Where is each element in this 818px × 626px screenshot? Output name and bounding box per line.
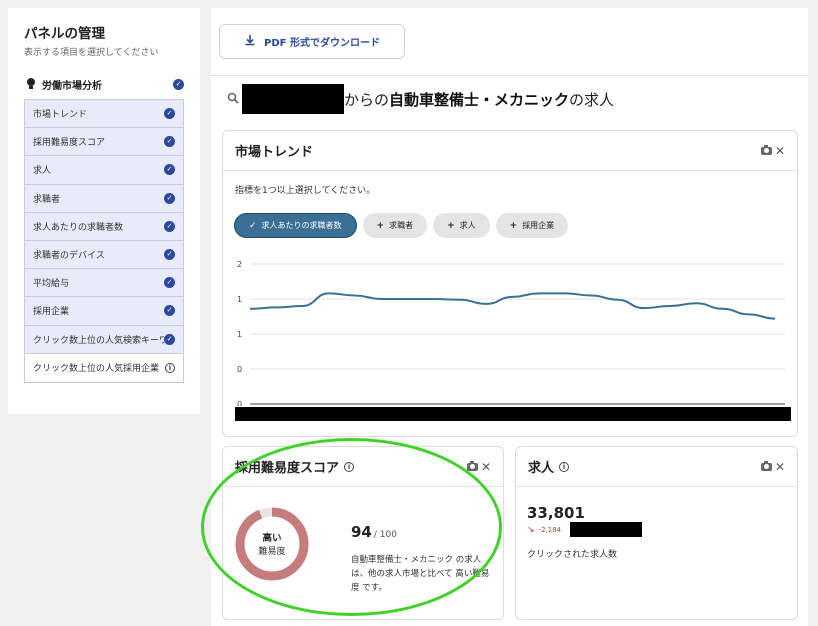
redacted-period: [570, 522, 642, 537]
y-tick-label: 2: [237, 260, 242, 269]
card-header: 求人 i ✕: [516, 447, 797, 487]
plus-icon: +: [509, 220, 518, 231]
close-icon[interactable]: ✕: [775, 145, 785, 157]
chip-companies[interactable]: + 採用企業: [495, 213, 569, 238]
pdf-download-button[interactable]: PDF 形式でダウンロード: [219, 24, 405, 59]
jobs-card: 求人 i ✕ 33,801 ↘ -2,184 クリックされた求人数: [515, 446, 798, 620]
camera-icon[interactable]: [466, 460, 478, 471]
trend-down-icon: ↘: [527, 525, 535, 535]
plus-icon: +: [376, 220, 385, 231]
delta-value: -2,184: [538, 526, 562, 534]
panel-item-seekers-per-job[interactable]: 求人あたりの求職者数 ✓: [25, 212, 183, 241]
check-icon[interactable]: ✓: [164, 108, 175, 120]
close-icon[interactable]: ✕: [481, 461, 491, 473]
jobs-count: 33,801: [527, 504, 585, 522]
redacted-location: [242, 84, 344, 114]
series-line: [249, 292, 776, 320]
metric-chips: ✓ 求人あたりの求職者数 + 求職者 + 求人 + 採用企業: [234, 213, 574, 238]
panel-item-label: クリック数上位の人気検索キーワード: [33, 335, 164, 346]
panel-item-label: 市場トレンド: [33, 110, 88, 121]
chip-label: 求人あたりの求職者数: [261, 221, 342, 230]
panel-item-list: 市場トレンド ✓ 採用難易度スコア ✓ 求人 ✓ 求職者 ✓ 求人あたりの求職者…: [24, 99, 184, 383]
info-icon[interactable]: i: [165, 362, 175, 373]
card-tools: ✕: [760, 460, 785, 473]
redacted-x-axis: [235, 407, 791, 421]
chip-label: 求職者: [389, 221, 414, 230]
panel-item-difficulty-score[interactable]: 採用難易度スコア ✓: [25, 128, 183, 157]
info-icon[interactable]: i: [559, 461, 570, 472]
close-icon[interactable]: ✕: [775, 461, 785, 473]
check-icon[interactable]: ✓: [164, 249, 175, 261]
download-icon: [244, 34, 256, 49]
jobs-delta: ↘ -2,184: [527, 525, 561, 535]
title-suffix: の求人: [569, 90, 615, 109]
panel-item-hiring-companies[interactable]: 採用企業 ✓: [25, 297, 183, 326]
panel-item-label: 採用企業: [33, 307, 70, 318]
card-tools: ✕: [466, 460, 491, 473]
panel-item-label: 採用難易度スコア: [33, 138, 106, 149]
panel-item-label: 求人: [33, 166, 52, 177]
card-title: 市場トレンド: [235, 145, 314, 160]
chip-job-seekers[interactable]: + 求職者: [362, 213, 428, 238]
market-trend-card: 市場トレンド ✕ 指標を1つ以上選択してください。 ✓ 求人あたりの求職者数 +…: [222, 130, 798, 437]
section-labor-market[interactable]: 労働市場分析 ✓: [24, 76, 184, 92]
y-tick-label: 0: [237, 365, 242, 374]
metric-hint: 指標を1つ以上選択してください。: [235, 186, 376, 196]
panel-item-job-seekers[interactable]: 求職者 ✓: [25, 184, 183, 213]
check-icon[interactable]: ✓: [164, 333, 175, 345]
check-icon[interactable]: ✓: [164, 164, 175, 176]
check-icon: ✓: [249, 220, 257, 231]
card-title: 求人: [528, 461, 555, 476]
card-tools: ✕: [760, 144, 785, 157]
panel-item-label: 求人あたりの求職者数: [33, 222, 124, 233]
trend-chart: 2 1 1 0 0: [237, 260, 785, 406]
panel-item-seeker-devices[interactable]: 求職者のデバイス ✓: [25, 240, 183, 270]
y-tick-label: 0: [237, 400, 242, 406]
panel-item-average-salary[interactable]: 平均給与 ✓: [25, 269, 183, 298]
panel-item-top-companies[interactable]: クリック数上位の人気採用企業 i: [25, 353, 183, 382]
panel-title: パネルの管理: [24, 26, 105, 42]
check-icon[interactable]: ✓: [164, 136, 175, 148]
jobs-caption: クリックされた求人数: [527, 550, 618, 560]
page-title: からの 自動車整備士・メカニック の求人: [227, 84, 615, 114]
camera-icon[interactable]: [760, 460, 772, 471]
check-icon[interactable]: ✓: [164, 192, 175, 204]
panel-item-label: 平均給与: [33, 279, 70, 290]
chip-label: 求人: [459, 221, 476, 230]
check-icon[interactable]: ✓: [173, 78, 184, 90]
panel-item-label: 求職者のデバイス: [33, 251, 105, 262]
divider: [211, 75, 808, 76]
check-icon[interactable]: ✓: [164, 305, 175, 317]
check-icon[interactable]: ✓: [164, 277, 175, 289]
panel-item-jobs[interactable]: 求人 ✓: [25, 156, 183, 185]
chip-label: 採用企業: [522, 221, 555, 230]
panel-item-label: クリック数上位の人気採用企業: [33, 364, 160, 375]
panel-item-top-keywords[interactable]: クリック数上位の人気検索キーワード ✓: [25, 325, 183, 354]
camera-icon[interactable]: [760, 144, 772, 155]
y-tick-label: 1: [237, 330, 242, 339]
panel-manager: パネルの管理 表示する項目を選択してください 労働市場分析 ✓ 市場トレンド ✓…: [8, 8, 200, 414]
check-icon[interactable]: ✓: [164, 220, 175, 232]
highlight-ellipse: [201, 438, 502, 616]
plus-icon: +: [447, 220, 455, 231]
panel-item-label: 求職者: [33, 194, 61, 205]
pdf-download-label: PDF 形式でダウンロード: [264, 38, 380, 49]
lightbulb-icon: [26, 77, 36, 91]
panel-subtitle: 表示する項目を選択してください: [24, 48, 159, 58]
card-header: 市場トレンド ✕: [223, 131, 797, 171]
chip-jobs[interactable]: + 求人: [433, 213, 490, 238]
chip-seekers-per-job[interactable]: ✓ 求人あたりの求職者数: [234, 213, 357, 238]
search-icon: [227, 92, 239, 107]
section-label: 労働市場分析: [42, 80, 102, 92]
y-tick-label: 1: [237, 295, 242, 304]
title-job: 自動車整備士・メカニック: [389, 90, 570, 109]
title-prefix: からの: [344, 90, 390, 109]
panel-item-market-trend[interactable]: 市場トレンド ✓: [25, 100, 183, 129]
